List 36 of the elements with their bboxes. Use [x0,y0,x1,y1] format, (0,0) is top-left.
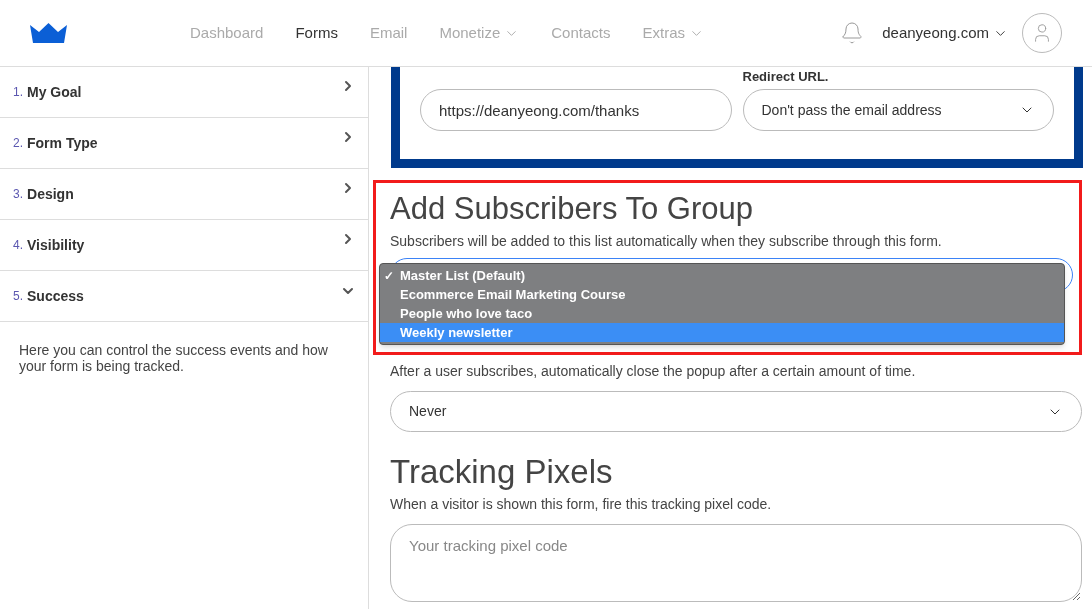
section-description: When a visitor is shown this form, fire this tracking pixel code. [390,495,773,514]
step-number: 1. [13,84,23,101]
dropdown-option[interactable]: ✓ Master List (Default) [380,266,1064,285]
dropdown-option[interactable]: People who love taco [380,304,1064,323]
option-label: Ecommerce Email Marketing Course [400,285,626,304]
tracking-code-input-field[interactable]: Your tracking pixel code [390,524,1082,602]
dropdown-option[interactable]: Ecommerce Email Marketing Course [380,285,1064,304]
check-icon: ✓ [384,268,394,283]
option-label: Weekly newsletter [400,323,513,342]
step-number: 2. [13,135,23,152]
field-label: Redirect URL. [742,68,830,86]
account-menu[interactable]: deanyeong.com [882,21,1008,45]
url-input-field[interactable]: https://deanyeong.com/thanks [420,89,732,131]
crown-logo-icon[interactable] [30,23,67,43]
step-number: 3. [13,186,23,203]
section-description: Subscribers will be added to this list automatically when they subscribe through this form. [390,232,943,251]
step-item[interactable]: 1. My Goal [0,67,368,118]
section-title: Tracking Pixels [390,452,614,492]
nav-link[interactable]: Forms [295,21,338,45]
step-number: 4. [13,237,23,254]
step-item[interactable]: 5. Success [0,271,368,322]
step-label: Visibility [27,235,85,255]
step-item[interactable]: 2. Form Type [0,118,368,169]
step-number: 5. [13,288,23,305]
option-label: Master List (Default) [400,266,525,285]
step-item[interactable]: 4. Visibility [0,220,368,271]
step-label: Success [27,286,84,306]
step-label: My Goal [27,82,82,102]
step-item[interactable]: 3. Design [0,169,368,220]
step-label: Form Type [27,133,98,153]
bell-icon[interactable] [840,21,865,45]
section-description: Here you can control the success events and how your form is being tracked. [18,341,329,374]
section-title: Add Subscribers To Group [390,191,754,227]
section-description: After a user subscribes, automatically close the popup after a certain amount of time. [390,362,917,381]
option-label: People who love taco [400,304,533,323]
step-label: Design [27,184,74,204]
